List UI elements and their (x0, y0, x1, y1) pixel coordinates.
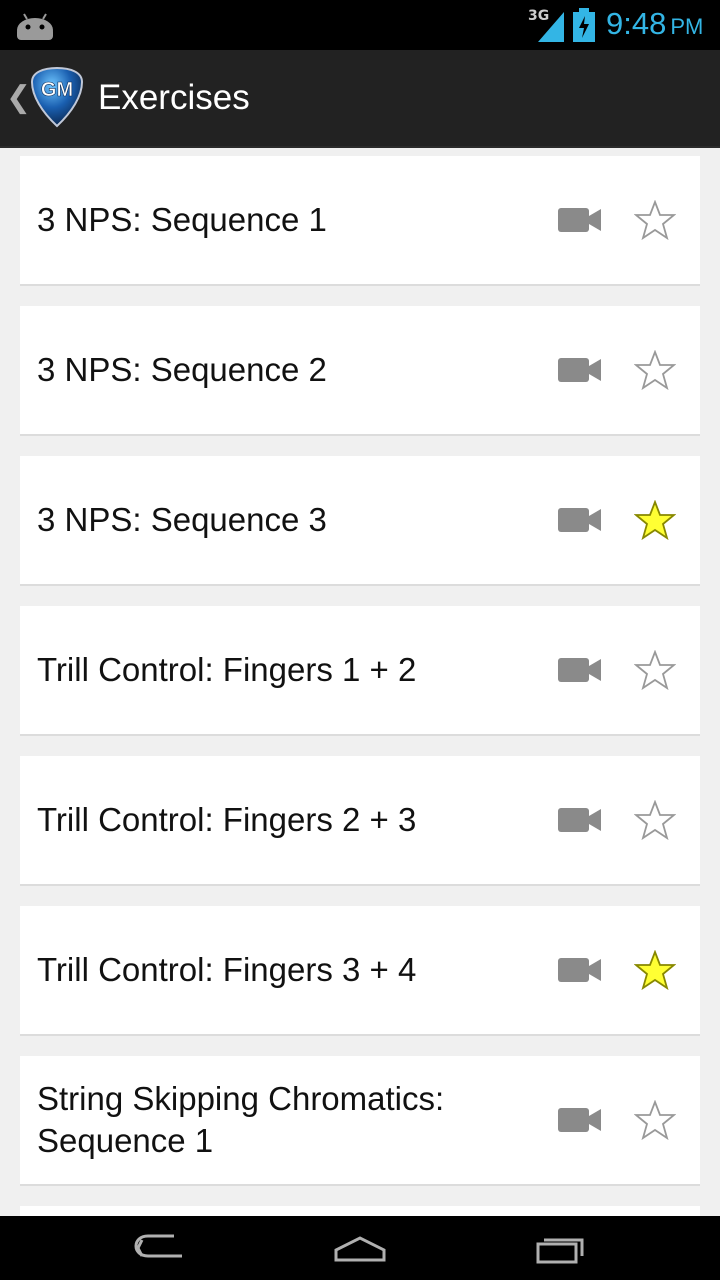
video-camera-icon[interactable] (558, 207, 602, 233)
favorite-star-icon[interactable] (634, 1100, 676, 1140)
exercise-list-item[interactable]: Trill Control: Fingers 3 + 4 (20, 906, 700, 1036)
video-camera-icon[interactable] (558, 957, 602, 983)
favorite-star-filled-icon[interactable] (634, 500, 676, 540)
exercise-title: Trill Control: Fingers 3 + 4 (37, 951, 417, 988)
app-logo-guitar-pick-icon[interactable]: GM (30, 66, 84, 128)
exercise-title: Trill Control: Fingers 1 + 2 (37, 651, 417, 688)
exercise-title: Trill Control: Fingers 2 + 3 (37, 801, 417, 838)
exercise-title: 3 NPS: Sequence 3 (37, 501, 327, 538)
home-icon[interactable] (330, 1228, 390, 1268)
favorite-star-icon[interactable] (634, 800, 676, 840)
video-camera-icon[interactable] (558, 507, 602, 533)
exercise-list-item[interactable]: Trill Control: Fingers 2 + 3 (20, 756, 700, 886)
exercise-list-item-partial[interactable] (20, 1206, 700, 1216)
favorite-star-filled-icon[interactable] (634, 950, 676, 990)
recents-icon[interactable] (530, 1228, 590, 1268)
clock-time: 9:48 (606, 6, 667, 41)
video-camera-icon[interactable] (558, 807, 602, 833)
back-icon[interactable] (130, 1228, 190, 1268)
up-navigation-chevron-icon[interactable]: ❮ (6, 80, 31, 115)
system-navigation-bar (0, 1216, 720, 1280)
exercise-list-item[interactable]: 3 NPS: Sequence 1 (20, 156, 700, 286)
android-notification-icon (17, 13, 53, 40)
status-clock: 9:48 PM (606, 6, 703, 42)
favorite-star-icon[interactable] (634, 350, 676, 390)
exercise-list-item[interactable]: 3 NPS: Sequence 3 (20, 456, 700, 586)
exercise-list[interactable]: 3 NPS: Sequence 1 3 NPS: Sequence 2 3 NP… (0, 148, 720, 1216)
video-camera-icon[interactable] (558, 1107, 602, 1133)
favorite-star-icon[interactable] (634, 650, 676, 690)
status-bar: 3G 9:48 PM (0, 0, 720, 50)
exercise-list-item[interactable]: String Skipping Chromatics: Sequence 1 (20, 1056, 700, 1186)
exercise-title: 3 NPS: Sequence 1 (37, 201, 327, 238)
exercise-list-item[interactable]: Trill Control: Fingers 1 + 2 (20, 606, 700, 736)
exercise-title: 3 NPS: Sequence 2 (37, 351, 327, 388)
video-camera-icon[interactable] (558, 657, 602, 683)
action-bar: ❮ GM Exercises (0, 50, 720, 148)
favorite-star-icon[interactable] (634, 200, 676, 240)
signal-strength-icon (538, 12, 564, 42)
logo-text: GM (41, 79, 73, 101)
clock-ampm: PM (670, 14, 704, 39)
exercise-title: String Skipping Chromatics: Sequence 1 (37, 1080, 445, 1159)
exercise-list-item[interactable]: 3 NPS: Sequence 2 (20, 306, 700, 436)
page-title: Exercises (98, 78, 250, 117)
video-camera-icon[interactable] (558, 357, 602, 383)
battery-charging-icon (573, 8, 595, 42)
